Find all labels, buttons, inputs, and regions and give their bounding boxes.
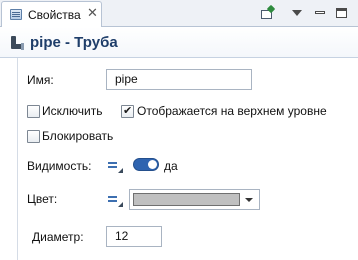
tab-properties-label: Свойства	[28, 8, 81, 22]
properties-header: pipe - Труба	[0, 27, 358, 58]
exclude-label: Исключить	[42, 104, 103, 118]
color-picker[interactable]	[129, 189, 260, 210]
name-label: Имя:	[27, 73, 54, 87]
visibility-toggle[interactable]	[133, 158, 159, 171]
view-menu-icon[interactable]	[289, 5, 307, 23]
lock-checkbox[interactable]	[27, 130, 40, 143]
top-level-checkbox[interactable]	[121, 104, 134, 118]
maximize-icon[interactable]	[333, 5, 351, 23]
properties-form: Имя: pipe Исключить Отображается на верх…	[0, 58, 358, 260]
color-swatch	[133, 193, 240, 206]
top-level-label: Отображается на верхнем уровне	[137, 104, 327, 118]
exclude-checkbox[interactable]	[27, 105, 40, 118]
visibility-label: Видимость:	[27, 159, 92, 173]
tab-properties[interactable]: Свойства ✕	[1, 1, 102, 27]
minimize-icon[interactable]	[312, 5, 330, 23]
name-field[interactable]: pipe	[106, 69, 252, 90]
properties-icon	[10, 9, 22, 20]
section-divider	[17, 58, 18, 260]
visibility-value: да	[164, 159, 178, 173]
pipe-icon	[9, 36, 25, 50]
diameter-field[interactable]: 12	[106, 226, 162, 247]
static-value-icon[interactable]	[107, 193, 125, 207]
diameter-label: Диаметр:	[32, 230, 84, 244]
pin-icon[interactable]	[258, 4, 276, 23]
static-value-icon[interactable]	[107, 159, 125, 173]
view-tab-bar: Свойства ✕	[0, 0, 358, 27]
page-title: pipe - Труба	[30, 34, 118, 51]
close-icon[interactable]: ✕	[87, 6, 98, 20]
color-label: Цвет:	[27, 192, 58, 206]
chevron-down-icon[interactable]	[245, 198, 253, 202]
lock-label: Блокировать	[42, 129, 114, 143]
